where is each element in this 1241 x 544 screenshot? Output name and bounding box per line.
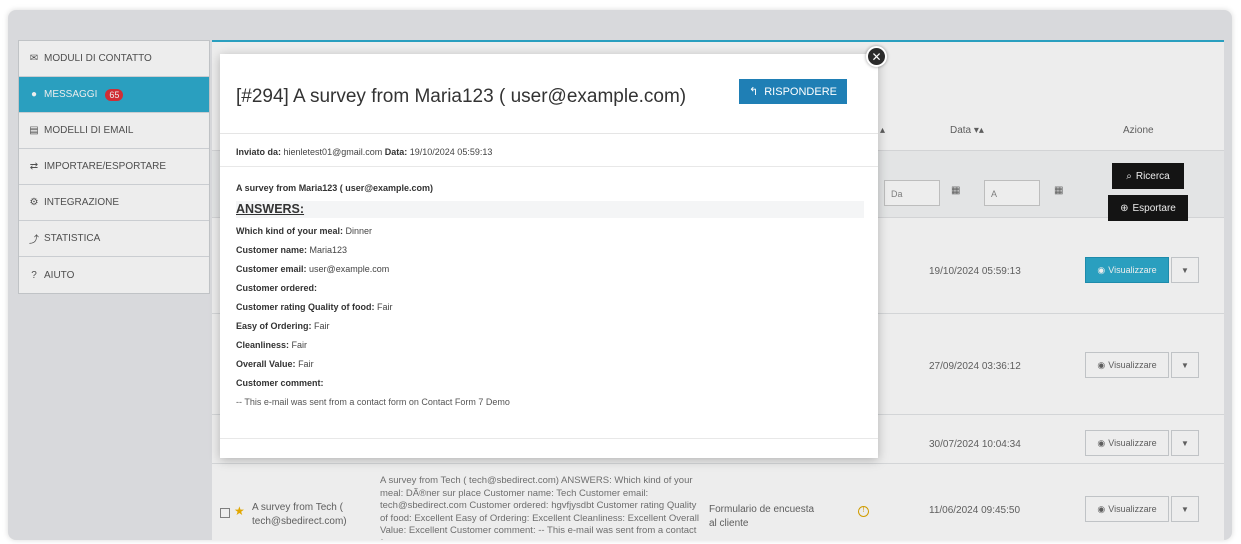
answer-row: Which kind of your meal: Dinner — [236, 226, 864, 236]
answer-row: Cleanliness: Fair — [236, 340, 864, 350]
question: Easy of Ordering: — [236, 321, 312, 331]
modal-header: [#294] A survey from Maria123 ( user@exa… — [220, 54, 878, 134]
modal-footer-divider — [220, 438, 878, 439]
date-value: 19/10/2024 05:59:13 — [409, 147, 493, 157]
message-modal: [#294] A survey from Maria123 ( user@exa… — [220, 54, 878, 458]
divider — [220, 166, 878, 167]
answer-row: Customer rating Quality of food: Fair — [236, 302, 864, 312]
answer-row: Customer comment: — [236, 378, 864, 388]
modal-title: [#294] A survey from Maria123 ( user@exa… — [236, 86, 687, 107]
question: Overall Value: — [236, 359, 296, 369]
message-meta: Inviato da: hienletest01@gmail.com Data:… — [236, 147, 492, 157]
answer-row: Overall Value: Fair — [236, 359, 864, 369]
answer: Fair — [298, 359, 314, 369]
footer-note: -- This e-mail was sent from a contact f… — [236, 397, 510, 407]
answer-row: Easy of Ordering: Fair — [236, 321, 864, 331]
answers-heading: ANSWERS: — [236, 201, 864, 218]
question: Cleanliness: — [236, 340, 290, 350]
question: Customer rating Quality of food: — [236, 302, 375, 312]
question: Customer name: — [236, 245, 308, 255]
date-label: Data: — [384, 147, 408, 157]
question: Which kind of your meal: — [236, 226, 344, 236]
question: Customer ordered: — [236, 283, 318, 293]
close-icon[interactable]: ✕ — [866, 46, 887, 67]
answer: Dinner — [345, 226, 373, 236]
answer: Fair — [377, 302, 393, 312]
question: Customer comment: — [236, 378, 324, 388]
reply-icon: ↰ — [749, 86, 759, 98]
answer: Fair — [291, 340, 308, 350]
reply-button-label: RISPONDERE — [764, 85, 837, 98]
question: Customer email: — [236, 264, 307, 274]
message-body: A survey from Maria123 ( user@example.co… — [236, 183, 864, 407]
message-subject: A survey from Maria123 ( user@example.co… — [236, 183, 434, 193]
reply-button[interactable]: ↰ RISPONDERE — [739, 79, 847, 104]
answer: Maria123 — [309, 245, 348, 255]
answer: user@example.com — [309, 264, 390, 274]
answer-row: Customer name: Maria123 — [236, 245, 864, 255]
sent-by-value: hienletest01@gmail.com — [283, 147, 383, 157]
answer-row: Customer ordered: — [236, 283, 864, 293]
sent-by-label: Inviato da: — [236, 147, 282, 157]
answer: Fair — [314, 321, 330, 331]
answer-row: Customer email: user@example.com — [236, 264, 864, 274]
